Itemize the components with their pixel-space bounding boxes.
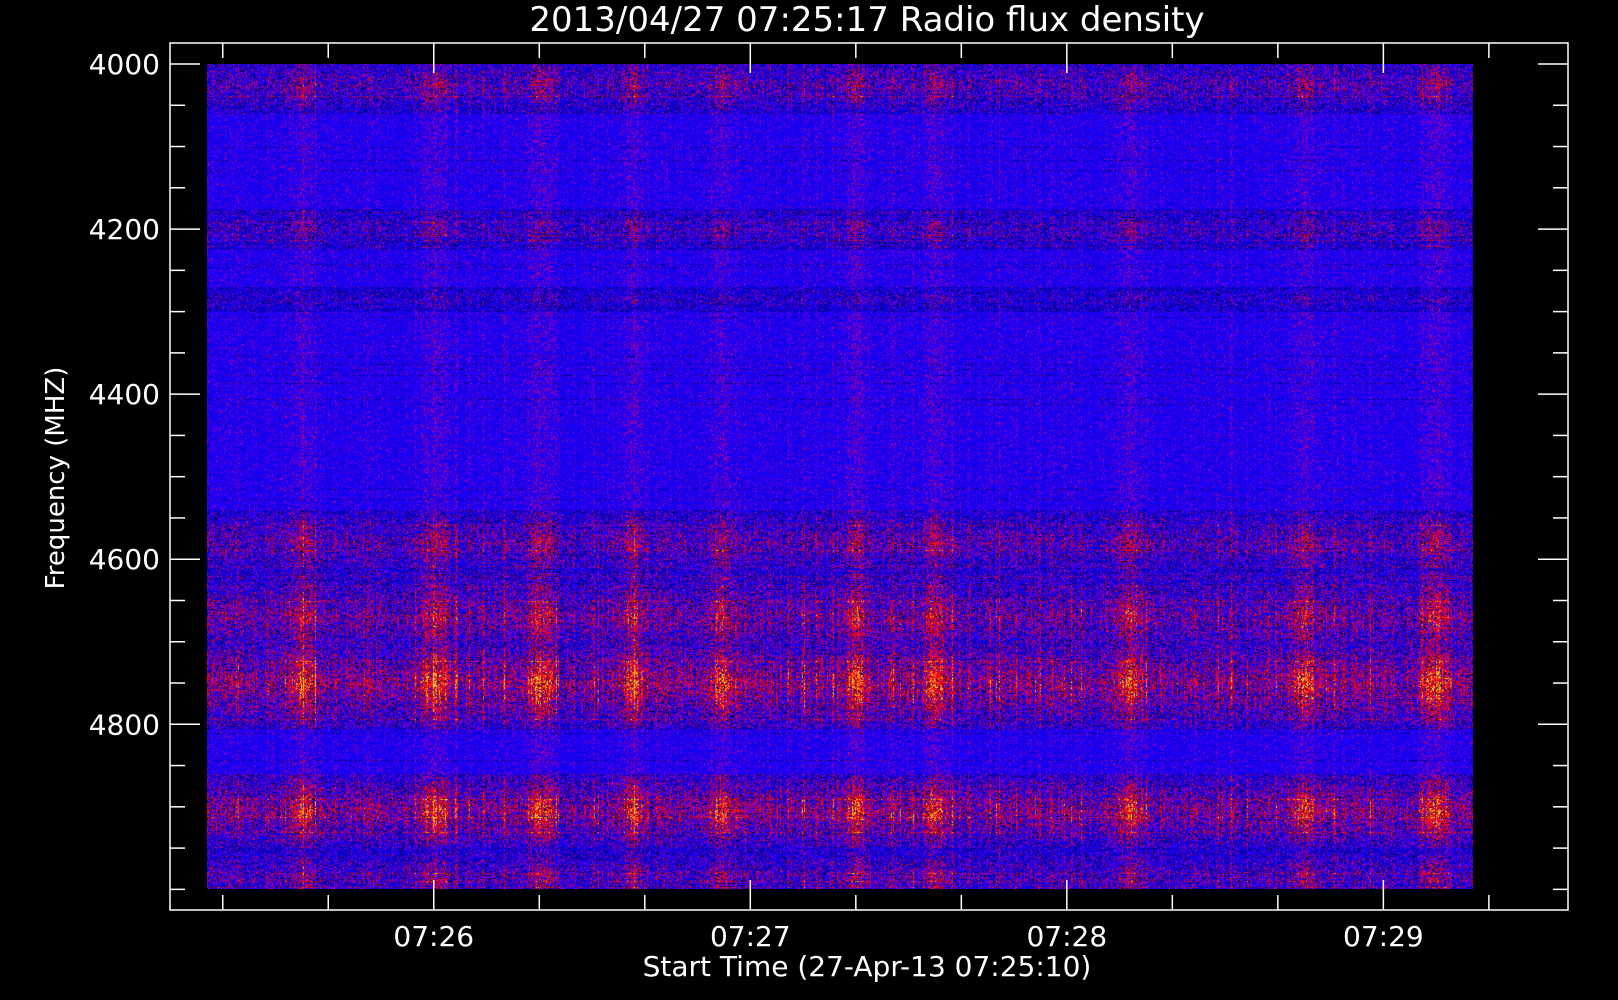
x-tick-label: 07:29 bbox=[1343, 920, 1424, 953]
spectrogram-image bbox=[206, 64, 1473, 889]
y-tick-label: 4000 bbox=[89, 48, 160, 81]
radio-spectrogram-chart: 07:26 07:27 07:28 07:29 4000 4200 4400 4600 480… bbox=[0, 0, 1618, 1000]
y-tick-label: 4400 bbox=[89, 378, 160, 411]
y-tick-label: 4800 bbox=[89, 708, 160, 741]
x-axis-label: Start Time (27-Apr-13 07:25:10) bbox=[643, 950, 1092, 983]
spectrogram-heatmap bbox=[206, 64, 1473, 889]
y-tick-label: 4200 bbox=[89, 213, 160, 246]
x-tick-label: 07:28 bbox=[1026, 920, 1107, 953]
chart-title: 2013/04/27 07:25:17 Radio flux density bbox=[529, 0, 1204, 40]
y-tick-label: 4600 bbox=[89, 543, 160, 576]
y-axis-label: Frequency (MHZ) bbox=[41, 367, 71, 590]
x-tick-label: 07:26 bbox=[393, 920, 474, 953]
x-tick-label: 07:27 bbox=[710, 920, 791, 953]
